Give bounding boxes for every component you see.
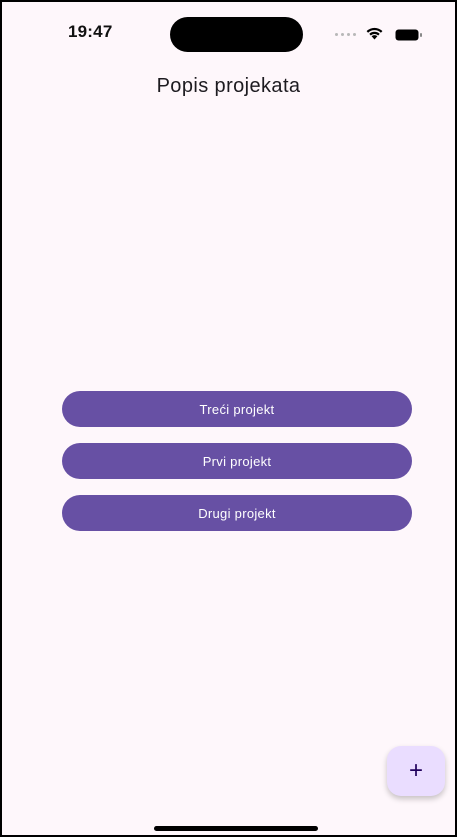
status-bar: 19:47 xyxy=(2,2,455,58)
page-title: Popis projekata xyxy=(156,75,301,97)
cellular-signal-icon xyxy=(335,33,356,36)
add-project-button[interactable]: + xyxy=(387,746,445,796)
plus-icon: + xyxy=(408,757,423,784)
project-button-prvi[interactable]: Prvi projekt xyxy=(62,443,412,479)
project-button-drugi[interactable]: Drugi projekt xyxy=(62,495,412,531)
home-indicator[interactable] xyxy=(154,826,318,831)
dynamic-island xyxy=(170,17,303,52)
status-time: 19:47 xyxy=(68,22,113,41)
phone-screen: 19:47 Popis projekata Treći projekt Prvi… xyxy=(0,0,457,837)
battery-icon xyxy=(395,29,422,41)
project-button-treci[interactable]: Treći projekt xyxy=(62,391,412,427)
wifi-icon xyxy=(366,27,383,40)
project-list: Treći projekt Prvi projekt Drugi projekt xyxy=(62,391,412,531)
